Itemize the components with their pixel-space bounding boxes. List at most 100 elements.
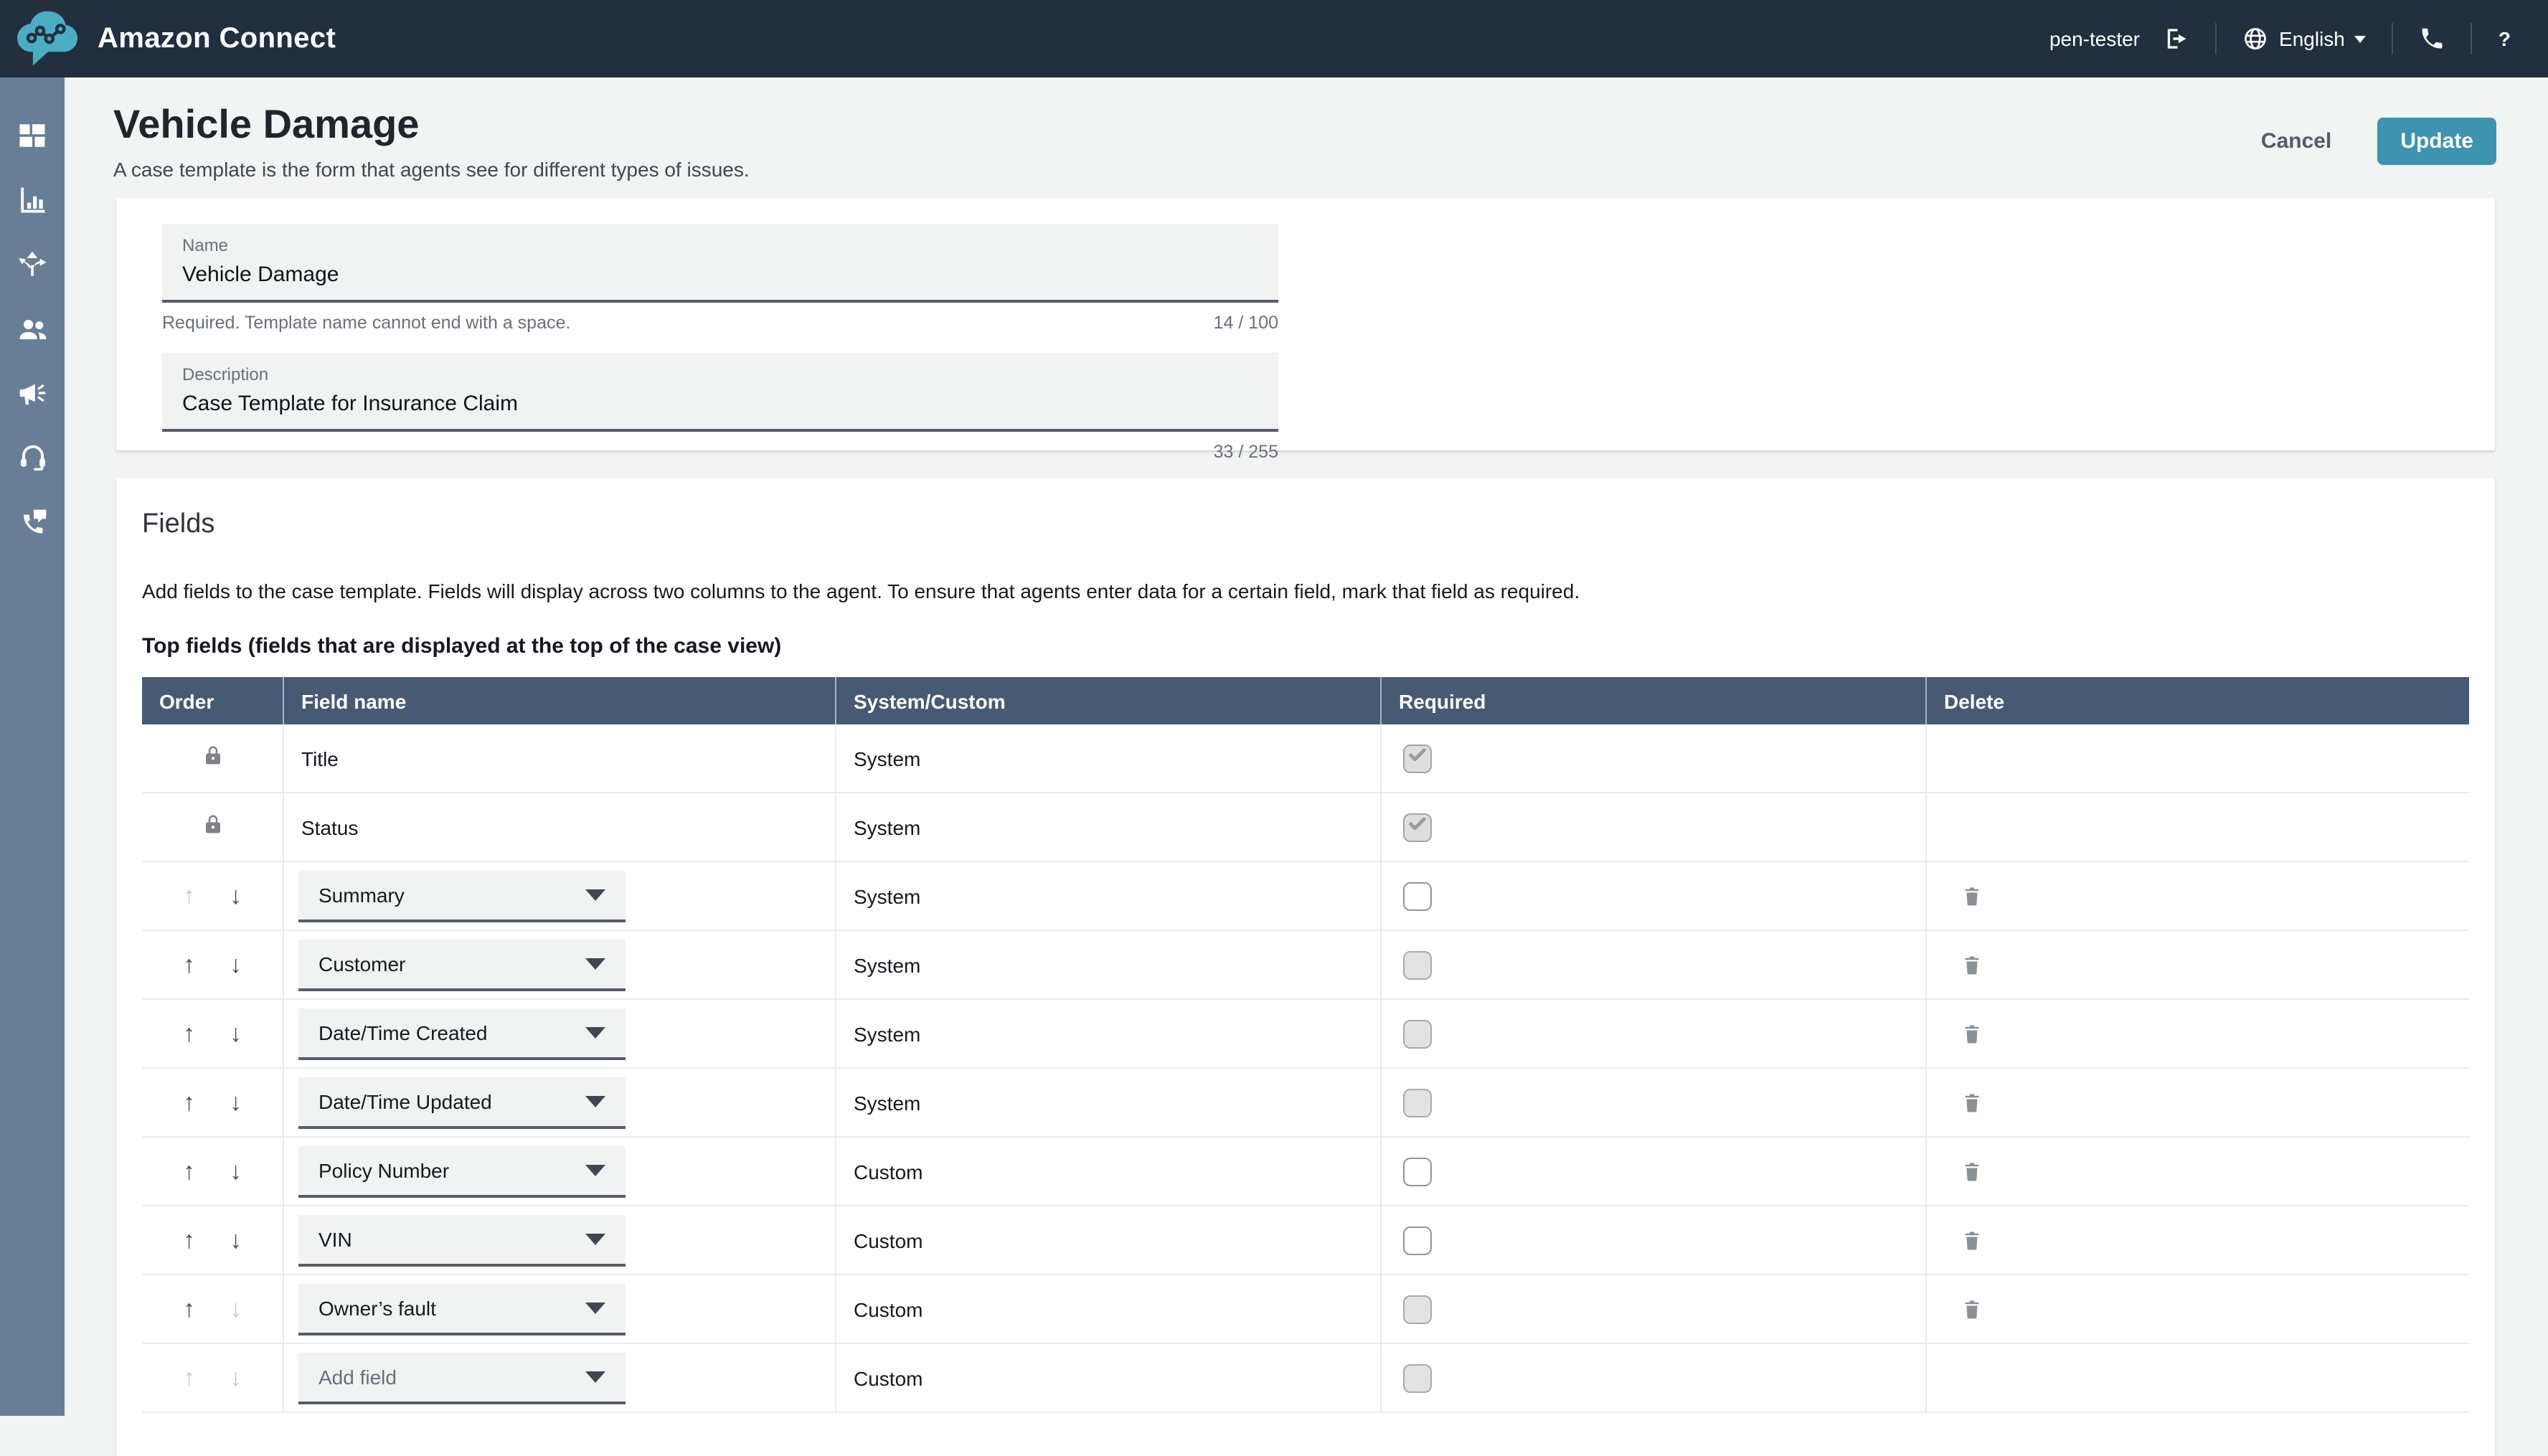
system-custom-label: Custom (854, 1229, 923, 1252)
system-custom-label: System (854, 884, 921, 907)
delete-field-button[interactable] (1958, 1155, 1986, 1187)
field-name-cell: Policy Number (283, 1138, 835, 1205)
required-checkbox (1403, 1363, 1432, 1392)
language-selector[interactable]: English (2242, 26, 2367, 52)
delete-field-button[interactable] (1958, 1087, 1986, 1118)
delete-cell (1925, 724, 2469, 792)
phone-icon (2422, 28, 2443, 49)
delete-cell (1925, 793, 2469, 861)
sidebar-item-contact-control[interactable] (0, 493, 65, 558)
field-select[interactable]: Date/Time Created (298, 1008, 626, 1059)
field-select-value: Date/Time Updated (318, 1089, 492, 1112)
sidebar-item-routing[interactable] (0, 235, 65, 300)
move-down-button[interactable]: ↓ (227, 1225, 245, 1255)
cancel-button[interactable]: Cancel (2247, 119, 2346, 164)
template-name-input[interactable]: Name Vehicle Damage (162, 224, 1278, 303)
amazon-connect-logo-icon (14, 9, 80, 69)
order-cell: ↑ ↓ (142, 862, 283, 930)
required-checkbox[interactable] (1403, 1226, 1432, 1254)
description-input-value: Case Template for Insurance Claim (182, 392, 518, 416)
softphone-button[interactable] (2420, 26, 2445, 52)
required-checkbox (1403, 744, 1432, 772)
delete-field-button[interactable] (1958, 949, 1986, 980)
field-select[interactable]: Add field (298, 1352, 626, 1404)
table-body: Title System Status System ↑ ↓ Summary System ↑ ↓… (142, 724, 2469, 1413)
system-custom-cell: Custom (835, 1344, 1380, 1412)
table-row: ↑ ↓ Policy Number Custom (142, 1138, 2469, 1206)
field-name-cell: Customer (283, 931, 835, 998)
sign-out-button[interactable] (2163, 26, 2189, 52)
top-navigation-bar: Amazon Connect pen-tester English ? (0, 0, 2548, 77)
field-select[interactable]: Policy Number (298, 1145, 626, 1197)
table-row: ↑ ↓ Add field Custom (142, 1344, 2469, 1413)
move-up-button[interactable]: ↑ (180, 1156, 198, 1186)
order-cell: ↑ ↓ (142, 1275, 283, 1343)
table-row: ↑ ↓ VIN Custom (142, 1206, 2469, 1275)
table-row: ↑ ↓ Date/Time Updated System (142, 1069, 2469, 1138)
required-checkbox[interactable] (1403, 881, 1432, 910)
required-checkbox (1403, 1088, 1432, 1117)
sidebar-item-users[interactable] (0, 300, 65, 364)
sidebar-item-headset[interactable] (0, 429, 65, 493)
system-custom-cell: System (835, 931, 1380, 998)
move-down-button[interactable]: ↓ (227, 1156, 245, 1186)
move-up-button: ↑ (180, 881, 198, 911)
move-up-button[interactable]: ↑ (180, 950, 198, 980)
move-down-button[interactable]: ↓ (227, 1087, 245, 1117)
divider (2214, 23, 2217, 55)
required-checkbox (1403, 1295, 1432, 1323)
delete-field-button[interactable] (1958, 1018, 1986, 1049)
column-header-required: Required (1380, 677, 1925, 724)
delete-field-button[interactable] (1958, 1224, 1986, 1256)
order-cell: ↑ ↓ (142, 1069, 283, 1136)
field-select[interactable]: Owner’s fault (298, 1283, 626, 1335)
routing-icon (17, 249, 47, 286)
move-down-button: ↓ (227, 1363, 245, 1393)
sign-out-icon (2166, 29, 2186, 49)
chevron-down-icon (585, 1371, 605, 1382)
field-name-cell: Owner’s fault (283, 1275, 835, 1343)
headset-icon (16, 442, 48, 481)
delete-field-button[interactable] (1958, 880, 1986, 912)
template-description-input[interactable]: Description Case Template for Insurance … (162, 353, 1278, 432)
required-checkbox[interactable] (1403, 1157, 1432, 1186)
trash-icon (1961, 887, 1983, 913)
system-custom-cell: Custom (835, 1275, 1380, 1343)
required-cell (1380, 931, 1925, 998)
table-row: ↑ ↓ Date/Time Created System (142, 1000, 2469, 1069)
column-header-system-custom: System/Custom (835, 677, 1380, 724)
sidebar-item-metrics[interactable] (0, 171, 65, 235)
field-select[interactable]: Customer (298, 939, 626, 991)
move-down-button[interactable]: ↓ (227, 881, 245, 911)
system-custom-cell: System (835, 1069, 1380, 1136)
chevron-down-icon (585, 889, 605, 900)
field-select[interactable]: Summary (298, 870, 626, 922)
system-custom-cell: Custom (835, 1138, 1380, 1205)
move-up-button[interactable]: ↑ (180, 1294, 198, 1324)
description-char-counter: 33 / 255 (1213, 442, 1278, 462)
sidebar-item-dashboard[interactable] (0, 106, 65, 171)
move-up-button[interactable]: ↑ (180, 1018, 198, 1049)
system-custom-label: Custom (854, 1160, 923, 1183)
delete-field-button[interactable] (1958, 1293, 1986, 1325)
field-name-cell: Date/Time Created (283, 1000, 835, 1067)
update-button[interactable]: Update (2377, 118, 2496, 165)
trash-icon (1961, 1162, 1983, 1188)
move-down-button[interactable]: ↓ (227, 950, 245, 980)
required-cell (1380, 724, 1925, 792)
system-custom-label: System (854, 953, 921, 976)
move-up-button[interactable]: ↑ (180, 1225, 198, 1255)
field-select[interactable]: Date/Time Updated (298, 1077, 626, 1128)
required-cell (1380, 1000, 1925, 1067)
field-select[interactable]: VIN (298, 1214, 626, 1266)
metrics-icon (17, 184, 47, 222)
delete-cell (1925, 1275, 2469, 1343)
column-header-order: Order (142, 677, 283, 724)
move-down-button[interactable]: ↓ (227, 1018, 245, 1049)
top-fields-table: Order Field name System/Custom Required … (142, 677, 2469, 1413)
delete-cell (1925, 1069, 2469, 1136)
help-button[interactable]: ? (2499, 27, 2511, 50)
sidebar-item-megaphone[interactable] (0, 364, 65, 429)
table-header-row: Order Field name System/Custom Required … (142, 677, 2469, 724)
move-up-button[interactable]: ↑ (180, 1087, 198, 1117)
